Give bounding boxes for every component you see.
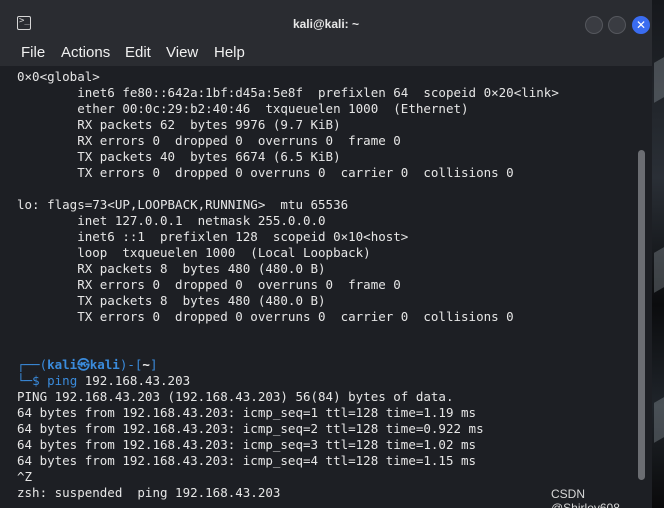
close-icon: ✕ [635, 18, 647, 32]
desktop-streak [654, 57, 664, 103]
terminal-line: TX packets 40 bytes 6674 (6.5 KiB) [17, 149, 341, 164]
maximize-button[interactable] [608, 16, 626, 34]
terminal-output-area[interactable]: 0×0<global> inet6 fe80::642a:1bf:d45a:5e… [0, 66, 652, 508]
menu-bar: File Actions Edit View Help [0, 38, 652, 66]
terminal-line: RX packets 62 bytes 9976 (9.7 KiB) [17, 117, 341, 132]
menu-view[interactable]: View [166, 44, 198, 61]
command-argument: 192.168.43.203 [77, 373, 191, 388]
window-title: kali@kali: ~ [292, 17, 360, 31]
prompt-dollar: $ [32, 373, 48, 388]
menu-file[interactable]: File [21, 44, 45, 61]
terminal-line: lo: flags=73<UP,LOOPBACK,RUNNING> mtu 65… [17, 197, 349, 212]
prompt-end: ] [149, 357, 158, 372]
desktop-background [652, 0, 664, 508]
prompt-mid: )-[ [119, 357, 143, 372]
desktop-streak [654, 397, 664, 443]
prompt-host: kali [89, 357, 120, 372]
close-button[interactable]: ✕ [632, 16, 650, 34]
prompt-line-bottom: └─$ ping 192.168.43.203 [17, 373, 190, 389]
ping-output-line: PING 192.168.43.203 (192.168.43.203) 56(… [17, 389, 454, 404]
ping-output-line: zsh: suspended ping 192.168.43.203 [17, 485, 281, 500]
ping-output-line: 64 bytes from 192.168.43.203: icmp_seq=4… [17, 453, 477, 468]
menu-help[interactable]: Help [214, 44, 245, 61]
terminal-line: inet6 fe80::642a:1bf:d45a:5e8f prefixlen… [17, 85, 559, 100]
terminal-line: TX errors 0 dropped 0 overruns 0 carrier… [17, 309, 514, 324]
prompt-user: kali [47, 357, 78, 372]
ping-output-line: 64 bytes from 192.168.43.203: icmp_seq=3… [17, 437, 477, 452]
menu-edit[interactable]: Edit [125, 44, 151, 61]
terminal-window: >_ kali@kali: ~ ✕ File Actions Edit View… [0, 0, 652, 508]
terminal-line: inet 127.0.0.1 netmask 255.0.0.0 [17, 213, 326, 228]
desktop-streak [654, 247, 664, 293]
prompt-corner-top: ┌──( [17, 357, 48, 372]
ping-output-line: 64 bytes from 192.168.43.203: icmp_seq=2… [17, 421, 484, 436]
vertical-scrollbar-thumb[interactable] [638, 150, 645, 480]
terminal-line: inet6 ::1 prefixlen 128 scopeid 0×10<hos… [17, 229, 409, 244]
terminal-line: RX errors 0 dropped 0 overruns 0 frame 0 [17, 133, 401, 148]
ping-output-line: 64 bytes from 192.168.43.203: icmp_seq=1… [17, 405, 477, 420]
title-bar[interactable]: >_ kali@kali: ~ ✕ [0, 0, 652, 38]
terminal-line: RX packets 8 bytes 480 (480.0 B) [17, 261, 326, 276]
watermark-text: CSDN @Shirley608 [551, 487, 620, 508]
prompt-at-icon: ㉿ [77, 357, 90, 372]
terminal-line: ether 00:0c:29:b2:40:46 txqueuelen 1000 … [17, 101, 469, 116]
prompt-corner-bottom: └─ [17, 373, 33, 388]
terminal-line: loop txqueuelen 1000 (Local Loopback) [17, 245, 371, 260]
terminal-line: 0×0<global> [17, 69, 100, 84]
prompt-path: ~ [142, 357, 150, 372]
minimize-button[interactable] [585, 16, 603, 34]
terminal-line: TX packets 8 bytes 480 (480.0 B) [17, 293, 326, 308]
command-name: ping [47, 373, 78, 388]
ping-output-line: ^Z [17, 469, 33, 484]
terminal-line: RX errors 0 dropped 0 overruns 0 frame 0 [17, 277, 401, 292]
terminal-line: TX errors 0 dropped 0 overruns 0 carrier… [17, 165, 514, 180]
prompt-line-top: ┌──(kali㉿kali)-[~] [17, 357, 157, 373]
menu-actions[interactable]: Actions [61, 44, 110, 61]
